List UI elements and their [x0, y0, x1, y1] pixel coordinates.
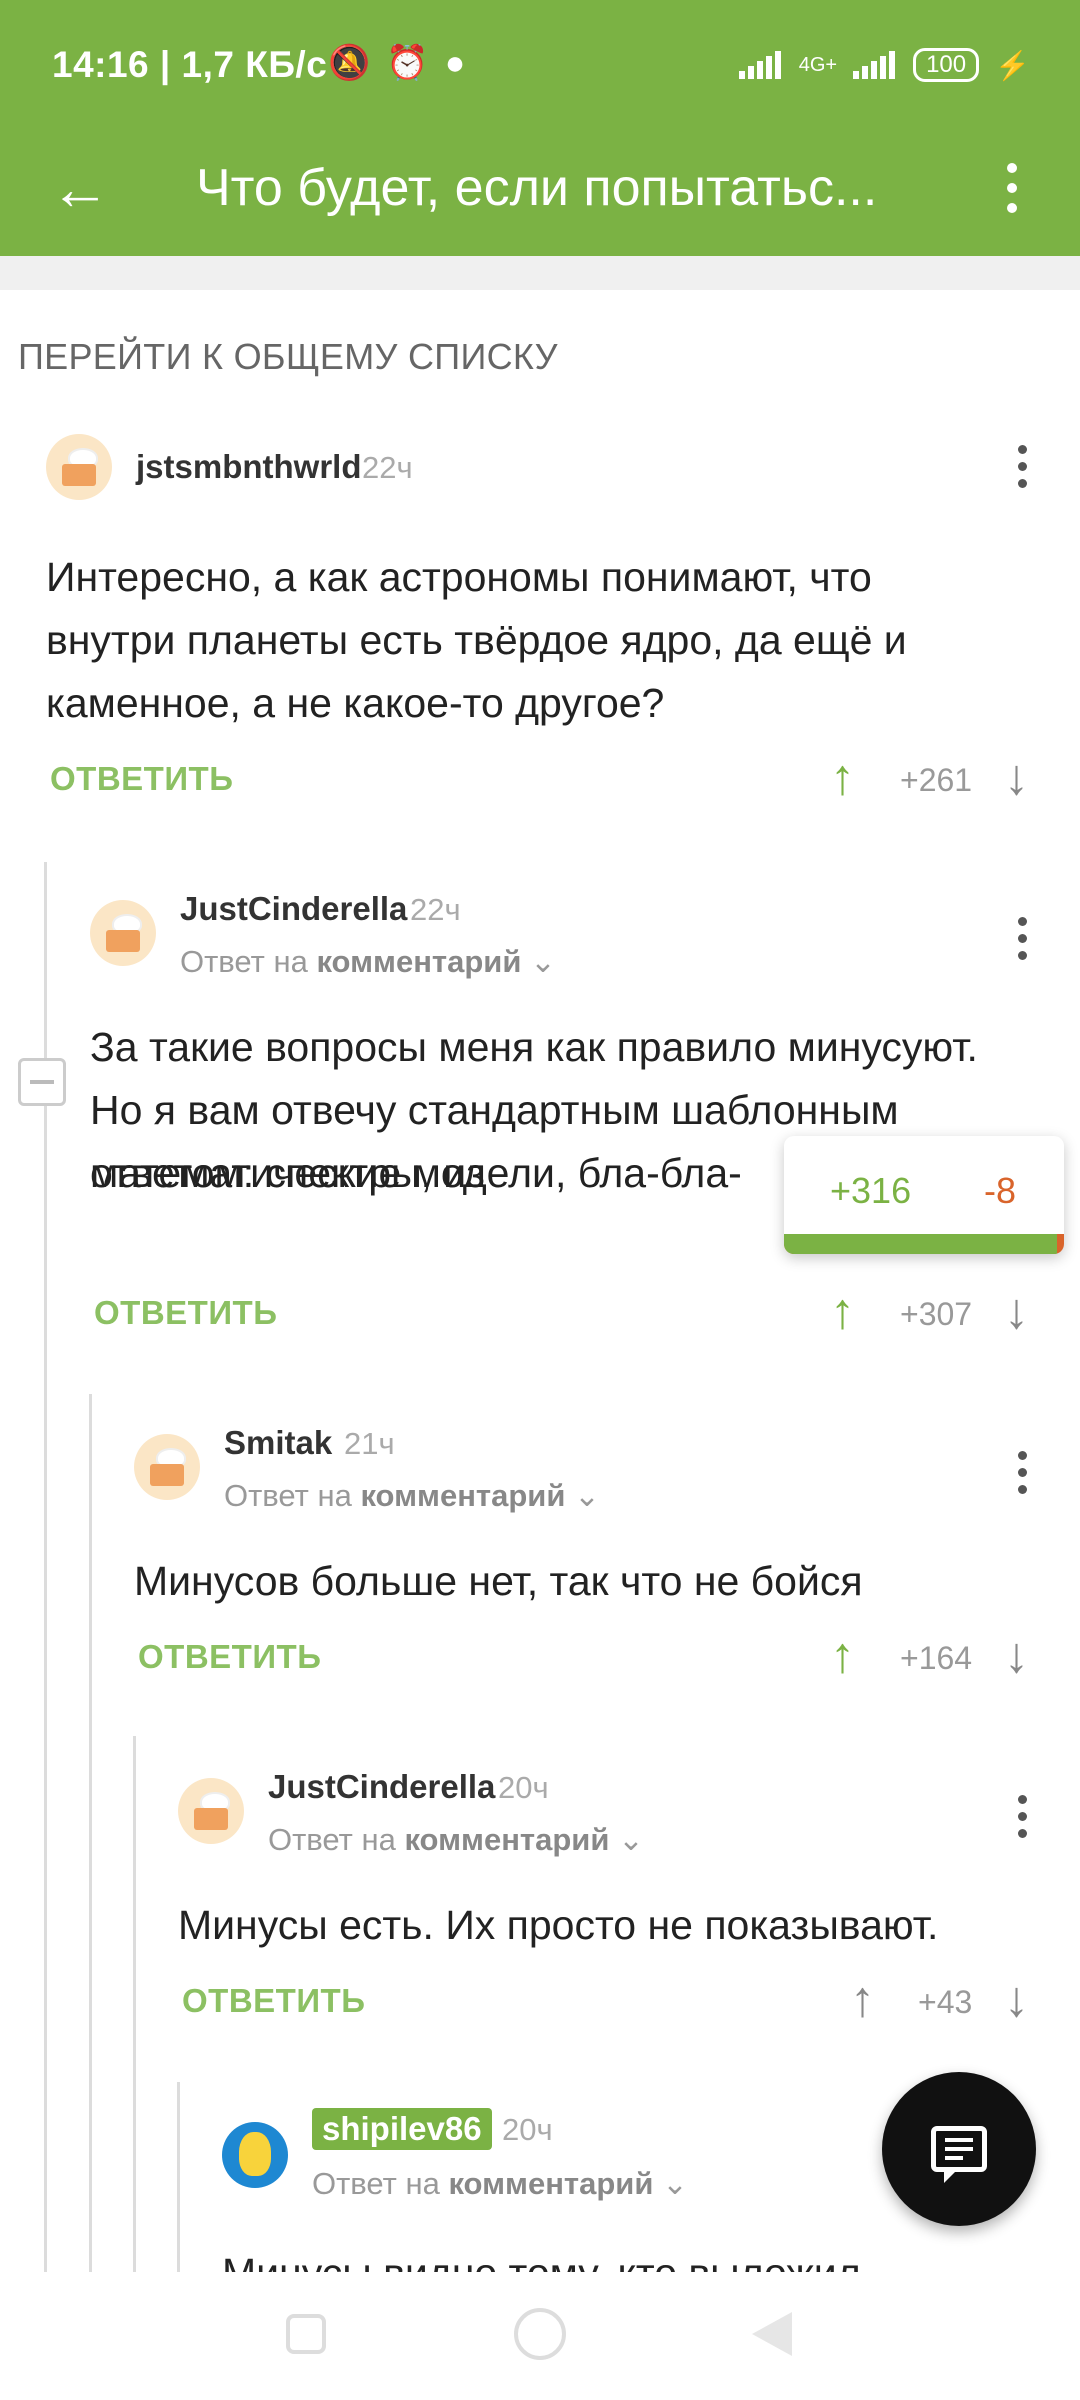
status-bar: 14:16 | 1,7 КБ/с 🔕 ⏰ ● 4G+ 100 ⚡ [0, 0, 1080, 120]
comment-text: Минусов больше нет, так что не бойся [134, 1558, 863, 1604]
rating-bar-fill [784, 1234, 1057, 1254]
recent-apps-button[interactable] [286, 2314, 326, 2354]
more-vertical-icon[interactable] [1002, 436, 1042, 496]
chevron-down-icon: ⌄ [618, 1822, 644, 1857]
rating-bar [784, 1234, 1064, 1254]
arrow-left-icon[interactable]: ← [44, 152, 116, 224]
avatar[interactable] [134, 1434, 200, 1500]
comment-username[interactable]: jstsmbnthwrld [136, 448, 362, 486]
chevron-down-icon: ⌄ [574, 1478, 600, 1513]
app-icon: ● [444, 44, 466, 82]
app-bar: 14:16 | 1,7 КБ/с 🔕 ⏰ ● 4G+ 100 ⚡ ← Что б… [0, 0, 1080, 256]
reply-button[interactable]: ОТВЕТИТЬ [50, 760, 233, 798]
avatar[interactable] [46, 434, 112, 500]
more-vertical-icon[interactable] [1002, 908, 1042, 968]
comment-username[interactable]: JustCinderella [180, 890, 407, 928]
minus-count: -8 [983, 1170, 1016, 1211]
comment-username[interactable]: JustCinderella [268, 1768, 495, 1806]
comment-username[interactable]: shipilev86 [312, 2108, 492, 2150]
downvote-icon[interactable]: ↓ [1004, 1282, 1029, 1340]
status-left-icons: 🔕 ⏰ ● [328, 46, 465, 80]
toolbar: ← Что будет, если попытатьс... [0, 120, 1080, 256]
charging-icon: ⚡ [995, 49, 1030, 81]
system-nav-bar [0, 2272, 1080, 2400]
status-right-icons: 4G+ 100 ⚡ [738, 48, 1030, 82]
avatar[interactable] [178, 1778, 244, 1844]
comment-time: 20ч [498, 1770, 549, 1805]
downvote-icon[interactable]: ↓ [1004, 1970, 1029, 2028]
comment-rating: +307 [900, 1296, 973, 1332]
avatar[interactable] [90, 900, 156, 966]
battery-icon: 100 [913, 48, 980, 82]
comment-rating: +43 [918, 1984, 973, 2020]
comment-username[interactable]: Smitak [224, 1424, 332, 1462]
reply-button[interactable]: ОТВЕТИТЬ [182, 1982, 365, 2020]
upvote-icon[interactable]: ↑ [830, 748, 855, 806]
home-button[interactable] [514, 2308, 566, 2360]
reply-to-info[interactable]: Ответ на комментарий ⌄ [180, 944, 556, 980]
reply-to-info[interactable]: Ответ на комментарий ⌄ [312, 2166, 688, 2202]
network-type: 4G+ [798, 53, 838, 76]
reply-button[interactable]: ОТВЕТИТЬ [94, 1294, 277, 1332]
more-vertical-icon[interactable] [976, 152, 1048, 224]
comment-time: 22ч [410, 892, 461, 927]
new-comment-button[interactable] [882, 2072, 1036, 2226]
comment-text-line: математические модели, бла-бла- [90, 1150, 742, 1196]
comment-rating: +261 [900, 762, 973, 798]
divider [0, 256, 1080, 290]
message-icon [931, 2126, 987, 2183]
comment-rating: +164 [900, 1640, 973, 1676]
reply-button[interactable]: ОТВЕТИТЬ [138, 1638, 321, 1676]
alarm-icon: ⏰ [386, 44, 429, 82]
goto-list-link[interactable]: ПЕРЕЙТИ К ОБЩЕМУ СПИСКУ [18, 336, 558, 378]
collapse-thread-button[interactable] [18, 1058, 66, 1106]
upvote-icon[interactable]: ↑ [850, 1970, 875, 2028]
back-button[interactable] [752, 2312, 792, 2356]
more-vertical-icon[interactable] [1002, 1442, 1042, 1502]
status-time: 14:16 | 1,7 КБ/с [52, 44, 328, 85]
upvote-icon[interactable]: ↑ [830, 1282, 855, 1340]
comment-text: Минусы есть. Их просто не показывают. [178, 1902, 939, 1948]
downvote-icon[interactable]: ↓ [1004, 748, 1029, 806]
mute-icon: 🔕 [328, 44, 371, 82]
plus-count: +316 [830, 1170, 912, 1211]
comment-time: 21ч [344, 1426, 395, 1461]
comment-time: 22ч [362, 450, 413, 485]
comment-text: Минусы видно тому, кто выложил [222, 2242, 1042, 2272]
more-vertical-icon[interactable] [1002, 1786, 1042, 1846]
avatar[interactable] [222, 2122, 288, 2188]
page-title: Что будет, если попытатьс... [196, 159, 878, 217]
signal-icon [738, 51, 783, 79]
reply-to-info[interactable]: Ответ на комментарий ⌄ [224, 1478, 600, 1514]
rating-breakdown-popup: +316 -8 [784, 1136, 1064, 1254]
comment-time: 20ч [502, 2112, 553, 2147]
chevron-down-icon: ⌄ [662, 2166, 688, 2201]
downvote-icon[interactable]: ↓ [1004, 1626, 1029, 1684]
comment-text: Интересно, а как астрономы понимают, что… [46, 554, 907, 726]
upvote-icon[interactable]: ↑ [830, 1626, 855, 1684]
reply-to-info[interactable]: Ответ на комментарий ⌄ [268, 1822, 644, 1858]
chevron-down-icon: ⌄ [530, 944, 556, 979]
signal-icon [853, 51, 897, 79]
